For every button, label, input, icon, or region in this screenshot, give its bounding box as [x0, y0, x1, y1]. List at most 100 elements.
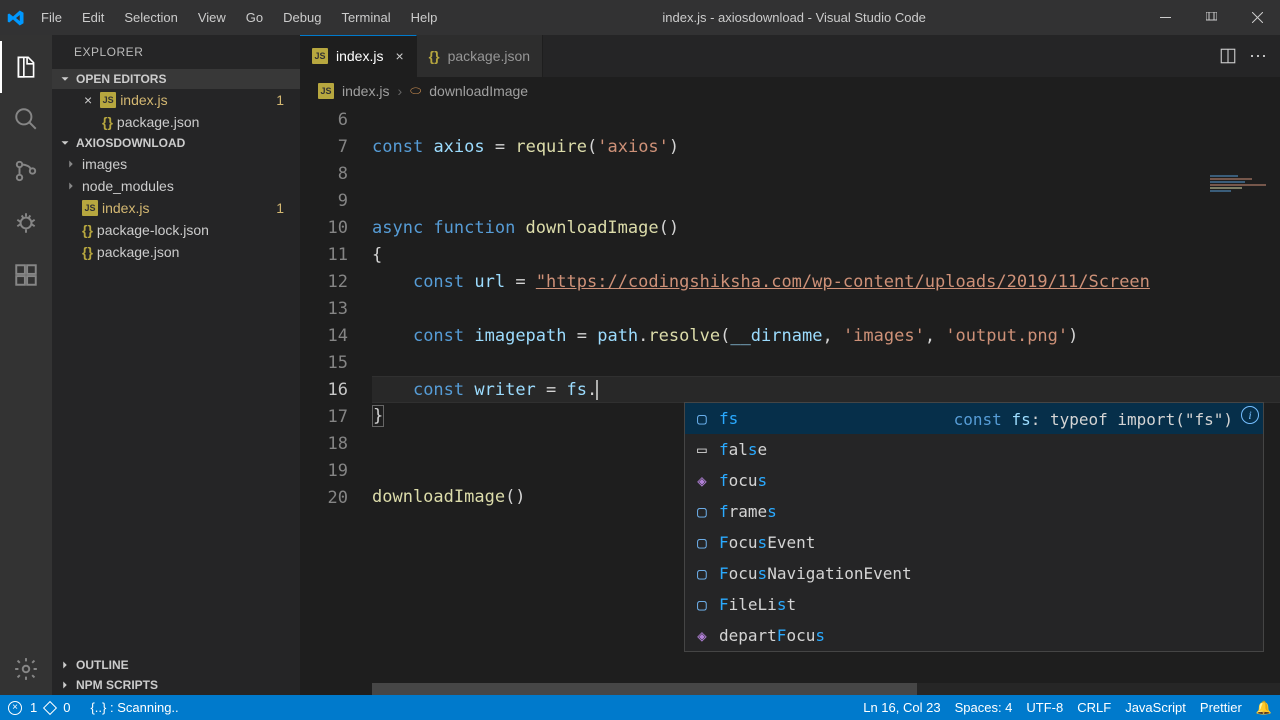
status-prettier[interactable]: Prettier — [1200, 700, 1242, 715]
autocomplete-item[interactable]: ▢frames — [685, 496, 1263, 527]
modified-badge: 1 — [276, 92, 292, 108]
tab-package-json[interactable]: {} package.json — [417, 35, 543, 77]
warning-count[interactable]: 0 — [63, 700, 70, 715]
minimap[interactable] — [1210, 175, 1280, 235]
tab-index-js[interactable]: JS index.js × — [300, 35, 417, 77]
minimize-button[interactable] — [1142, 0, 1188, 35]
menu-terminal[interactable]: Terminal — [332, 6, 399, 29]
open-editor-index-js[interactable]: × JS index.js 1 — [52, 89, 300, 111]
horizontal-scrollbar[interactable] — [372, 683, 1280, 695]
file-index-js[interactable]: JS index.js 1 — [52, 197, 300, 219]
close-icon[interactable]: × — [84, 92, 92, 108]
scrollbar-thumb[interactable] — [372, 683, 917, 695]
status-line-col[interactable]: Ln 16, Col 23 — [863, 700, 940, 715]
method-icon: ◈ — [693, 472, 711, 490]
folder-label: images — [82, 156, 127, 172]
menu-debug[interactable]: Debug — [274, 6, 330, 29]
extensions-icon[interactable] — [0, 249, 52, 301]
window-controls — [1142, 0, 1280, 35]
window-title: index.js - axiosdownload - Visual Studio… — [446, 10, 1142, 25]
project-header[interactable]: AXIOSDOWNLOAD — [52, 133, 300, 153]
menu-file[interactable]: File — [32, 6, 71, 29]
menu-edit[interactable]: Edit — [73, 6, 113, 29]
variable-icon: ▢ — [693, 534, 711, 552]
folder-node-modules[interactable]: node_modules — [52, 175, 300, 197]
debug-icon[interactable] — [0, 197, 52, 249]
file-package-lock[interactable]: {} package-lock.json — [52, 219, 300, 241]
split-editor-icon[interactable] — [1219, 47, 1237, 65]
autocomplete-item[interactable]: ▢FileList — [685, 589, 1263, 620]
notifications-bell-icon[interactable]: 🔔 — [1256, 700, 1272, 716]
npm-scripts-header[interactable]: NPM SCRIPTS — [52, 675, 300, 695]
close-button[interactable] — [1234, 0, 1280, 35]
menu-help[interactable]: Help — [402, 6, 447, 29]
vscode-logo-icon — [0, 9, 32, 27]
autocomplete-item[interactable]: ▢ fs const fs: typeof import("fs") i — [685, 403, 1263, 434]
maximize-button[interactable] — [1188, 0, 1234, 35]
tab-bar: JS index.js × {} package.json ⋯ — [300, 35, 1280, 77]
main-menu: File Edit Selection View Go Debug Termin… — [32, 6, 446, 29]
settings-gear-icon[interactable] — [0, 643, 52, 695]
more-actions-icon[interactable]: ⋯ — [1249, 46, 1268, 67]
breadcrumb[interactable]: JS index.js › ⬭ downloadImage — [300, 77, 1280, 105]
file-package-json[interactable]: {} package.json — [52, 241, 300, 263]
js-file-icon: JS — [82, 200, 98, 216]
source-control-icon[interactable] — [0, 145, 52, 197]
explorer-sidebar: EXPLORER OPEN EDITORS × JS index.js 1 {}… — [52, 35, 300, 695]
autocomplete-item[interactable]: ▢FocusNavigationEvent — [685, 558, 1263, 589]
text-cursor — [596, 380, 598, 400]
status-encoding[interactable]: UTF-8 — [1026, 700, 1063, 715]
warning-icon[interactable] — [43, 700, 57, 714]
json-file-icon: {} — [82, 244, 93, 260]
status-spaces[interactable]: Spaces: 4 — [955, 700, 1013, 715]
folder-label: node_modules — [82, 178, 174, 194]
status-bar: × 1 0 {..} : Scanning.. Ln 16, Col 23 Spa… — [0, 695, 1280, 720]
variable-icon: ▢ — [693, 503, 711, 521]
menu-view[interactable]: View — [189, 6, 235, 29]
menu-go[interactable]: Go — [237, 6, 272, 29]
keyword-icon: ▭ — [693, 441, 711, 459]
breadcrumb-file[interactable]: index.js — [342, 83, 389, 99]
breadcrumb-symbol[interactable]: downloadImage — [429, 83, 528, 99]
method-icon: ◈ — [693, 627, 711, 645]
json-file-icon: {} — [429, 48, 440, 64]
code-editor[interactable]: 6 7 8 9 10 11 12 13 14 15 16 17 18 19 20… — [300, 105, 1280, 695]
function-icon: ⬭ — [410, 83, 421, 99]
error-count[interactable]: 1 — [30, 700, 37, 715]
variable-icon: ▢ — [693, 565, 711, 583]
open-editors-header[interactable]: OPEN EDITORS — [52, 69, 300, 89]
sidebar-title: EXPLORER — [52, 35, 300, 69]
file-label: package-lock.json — [97, 222, 209, 238]
js-file-icon: JS — [100, 92, 116, 108]
variable-icon: ▢ — [693, 410, 711, 428]
open-editor-package-json[interactable]: {} package.json — [52, 111, 300, 133]
js-file-icon: JS — [312, 48, 328, 64]
status-scanning[interactable]: {..} : Scanning.. — [90, 700, 178, 715]
code-content[interactable]: const axios = require('axios') async fun… — [372, 105, 1280, 695]
autocomplete-item[interactable]: ◈departFocus — [685, 620, 1263, 651]
autocomplete-popup[interactable]: ▢ fs const fs: typeof import("fs") i ▭fa… — [684, 402, 1264, 652]
title-bar: File Edit Selection View Go Debug Termin… — [0, 0, 1280, 35]
error-icon[interactable]: × — [8, 701, 22, 715]
autocomplete-item[interactable]: ▢FocusEvent — [685, 527, 1263, 558]
modified-badge: 1 — [276, 200, 292, 216]
search-icon[interactable] — [0, 93, 52, 145]
status-language[interactable]: JavaScript — [1125, 700, 1186, 715]
status-eol[interactable]: CRLF — [1077, 700, 1111, 715]
close-icon[interactable]: × — [395, 48, 403, 64]
chevron-right-icon — [64, 157, 78, 171]
explorer-icon[interactable] — [0, 41, 52, 93]
info-icon[interactable]: i — [1241, 406, 1259, 424]
menu-selection[interactable]: Selection — [115, 6, 186, 29]
editor-area: JS index.js × {} package.json ⋯ JS index… — [300, 35, 1280, 695]
folder-images[interactable]: images — [52, 153, 300, 175]
tab-label: index.js — [336, 48, 383, 64]
outline-header[interactable]: OUTLINE — [52, 655, 300, 675]
file-label: index.js — [102, 200, 149, 216]
autocomplete-item[interactable]: ▭false — [685, 434, 1263, 465]
editor-actions: ⋯ — [1207, 35, 1280, 77]
activity-bar — [0, 35, 52, 695]
tab-label: package.json — [448, 48, 531, 64]
autocomplete-item[interactable]: ◈focus — [685, 465, 1263, 496]
chevron-down-icon — [58, 72, 72, 86]
